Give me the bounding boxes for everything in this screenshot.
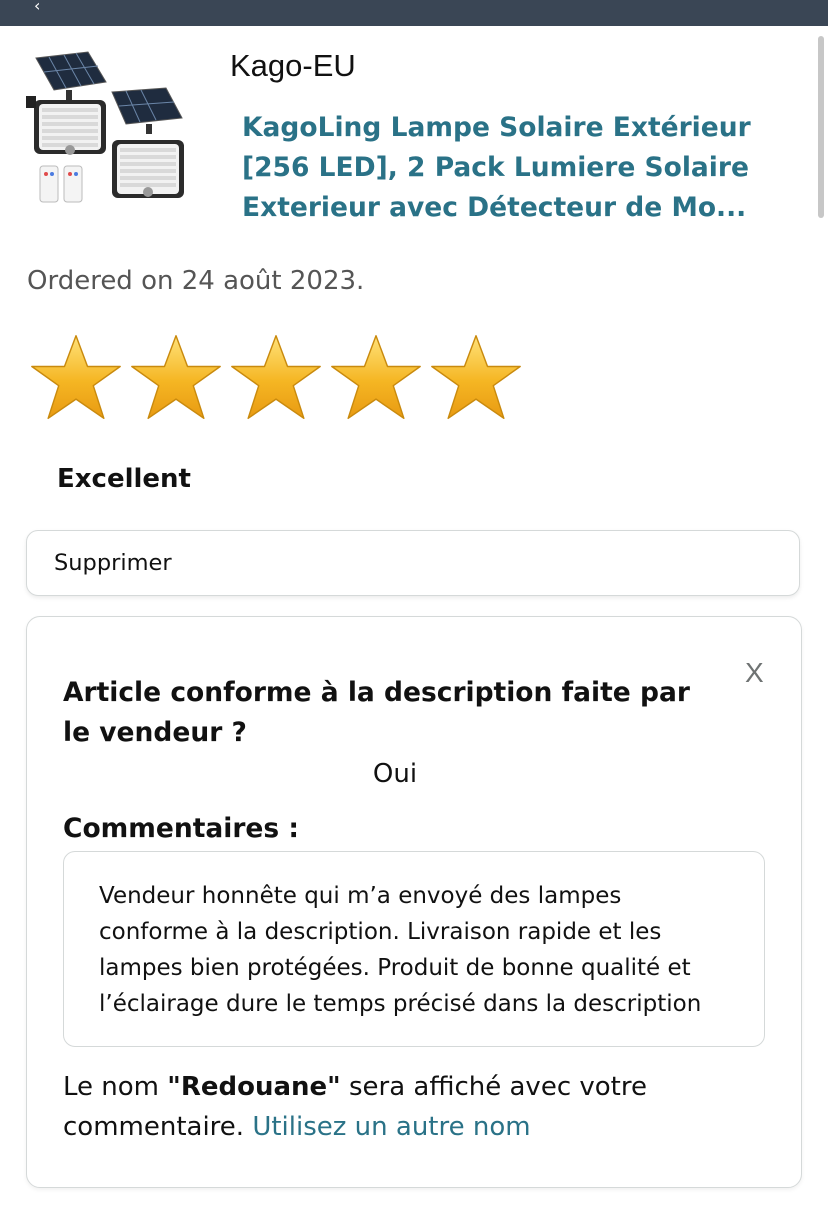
comments-label: Commentaires : bbox=[63, 813, 299, 844]
display-name-note: Le nom "Redouane" sera affiché avec votr… bbox=[63, 1067, 763, 1147]
seller-name: Kago-EU bbox=[230, 48, 356, 83]
star-icon[interactable] bbox=[228, 330, 324, 426]
name-note-prefix: Le nom bbox=[63, 1072, 168, 1102]
top-bar: ‹ bbox=[0, 0, 828, 26]
product-image[interactable] bbox=[26, 48, 188, 208]
product-title-link[interactable]: KagoLing Lampe Solaire Extérieur [256 LE… bbox=[242, 108, 802, 228]
seller-feedback-card: X Article conforme à la description fait… bbox=[26, 616, 802, 1188]
scrollbar[interactable] bbox=[818, 36, 824, 218]
feedback-question: Article conforme à la description faite … bbox=[63, 677, 690, 748]
star-icon[interactable] bbox=[328, 330, 424, 426]
rating-label: Excellent bbox=[57, 464, 191, 494]
delete-button[interactable]: Supprimer bbox=[26, 530, 800, 596]
star-icon[interactable] bbox=[428, 330, 524, 426]
chevron-left-icon[interactable]: ‹ bbox=[34, 0, 40, 15]
remote-control-icon bbox=[39, 165, 83, 203]
order-date: Ordered on 24 août 2023. bbox=[27, 266, 365, 296]
solar-panel-icon bbox=[35, 51, 107, 100]
use-other-name-link[interactable]: Utilisez un autre nom bbox=[252, 1112, 530, 1142]
feedback-answer: Oui bbox=[372, 759, 418, 789]
comment-text-area[interactable]: Vendeur honnête qui m’a envoyé des lampe… bbox=[63, 851, 765, 1047]
lamp-icon bbox=[112, 140, 184, 198]
lamp-icon bbox=[26, 96, 106, 155]
star-icon[interactable] bbox=[28, 330, 124, 426]
display-name: "Redouane" bbox=[167, 1072, 341, 1102]
star-icon[interactable] bbox=[128, 330, 224, 426]
solar-panel-icon bbox=[111, 87, 183, 134]
close-icon[interactable]: X bbox=[745, 657, 764, 689]
